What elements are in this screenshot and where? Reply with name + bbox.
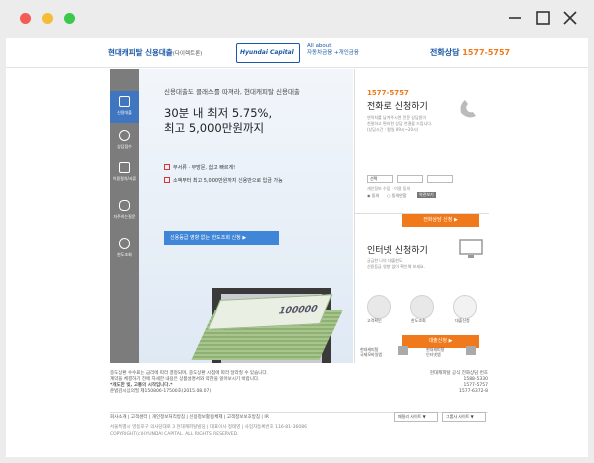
phone-apply-title: 전화로 신청하기 <box>367 102 428 112</box>
browser-window: 현대캐피탈 신용대출(다이렉트론) Hyundai Capital All ab… <box>0 0 594 463</box>
hero-subtitle: 신용대출도 클래스를 따져라, 현대캐피탈 신용대출 <box>164 88 300 96</box>
checkbox-icon <box>164 177 170 183</box>
sidebar-item-label: 한도조회 <box>117 252 132 257</box>
app-link-line2: 인터넷앱 <box>426 352 441 357</box>
phone-mid-field[interactable] <box>397 175 423 183</box>
sidebar-item-documents[interactable]: 이용절차/서류 <box>110 157 139 195</box>
brand-text: 현대캐피탈 신용대출 <box>108 48 173 57</box>
apply-phone-number: 1577-5757 <box>367 89 409 97</box>
step-limit-icon <box>410 295 434 319</box>
phone-label: 전화상담 <box>430 48 460 57</box>
consent-no-radio[interactable]: ○ 동의안함 <box>387 193 407 199</box>
radio-yes-label: 동의 <box>371 193 380 198</box>
sidebar-item-label: 자주하는질문 <box>113 214 136 219</box>
family-site-select[interactable]: 패밀리 사이트 ▼ <box>394 412 438 422</box>
about-text: All about 자동차금융 +개인금융 <box>307 43 359 57</box>
desc-line3: (상담시간 : 평일 09시~20시) <box>367 127 419 132</box>
desc-line2: 신용등급 영향 없이 확인해 보세요. <box>367 264 425 269</box>
hero-bullet-2: 소액부터 최고 5,000만원까지 신용만으로 입금 가능 <box>164 177 283 184</box>
document-icon <box>119 162 130 173</box>
app-icon <box>398 346 408 355</box>
consult-icon <box>119 130 130 141</box>
step-loan-icon <box>453 295 477 319</box>
hero-title-line2: 최고 5,000만원까지 <box>164 121 265 135</box>
bullet-text: 무서류 · 무방문, 쉽고 빠르게! <box>173 165 236 171</box>
faq-icon <box>119 200 130 211</box>
footer-copyright: COPYRIGHT(c)HYUNDAI CAPITAL. ALL RIGHTS … <box>110 432 239 437</box>
hero-bullet-1: 무서류 · 무방문, 쉽고 빠르게! <box>164 164 235 171</box>
radio-no-label: 동의안함 <box>391 193 407 198</box>
footer-links[interactable]: 회사소개 | 고객센터 | 개인정보처리방침 | 신용정보활용체제 | 고객정보… <box>110 414 269 421</box>
web-page: 현대캐피탈 신용대출(다이렉트론) Hyundai Capital All ab… <box>6 38 588 457</box>
app-link-internet[interactable]: 현대캐피탈 인터넷앱 <box>426 347 444 357</box>
phone-prefix-select[interactable]: 선택 <box>367 175 393 183</box>
sidebar-item-label: 상담접수 <box>117 144 132 149</box>
footer-notice: 중도상환 수수료는 금리에 따라 결정되며, 중도상환 시점에 따라 달라질 수… <box>110 371 268 395</box>
internet-apply-title: 인터넷 신청하기 <box>367 246 428 256</box>
about-line2: 자동차금융 +개인금융 <box>307 50 359 56</box>
bullet-text: 소액부터 최고 5,000만원까지 신용만으로 입금 가능 <box>173 178 283 184</box>
site-header: 현대캐피탈 신용대출(다이렉트론) Hyundai Capital All ab… <box>6 38 588 68</box>
sidebar-item-consult[interactable]: 상담접수 <box>110 125 139 157</box>
sidebar-item-label: 신용대출 <box>117 110 132 115</box>
sidebar-item-loan[interactable]: 신용대출 <box>110 91 139 123</box>
step-label: 대출신청 <box>455 318 470 323</box>
loan-icon <box>119 96 130 107</box>
side-nav: 신용대출 상담접수 이용절차/서류 자주하는질문 한도조회 <box>110 69 139 363</box>
monitor-icon <box>459 239 483 258</box>
app-icon <box>466 346 476 355</box>
official-phone-number: 1577-6372-8 <box>458 389 488 394</box>
step-customer-icon <box>367 295 391 319</box>
brand-title[interactable]: 현대캐피탈 신용대출(다이렉트론) <box>108 47 202 58</box>
hyundai-capital-logo[interactable]: Hyundai Capital <box>236 43 300 63</box>
minimize-dot-icon[interactable] <box>42 13 53 24</box>
close-icon[interactable] <box>562 10 578 26</box>
consent-label: 개인정보 수집 · 이용 동의 <box>367 186 411 191</box>
notice-line4: 준법감시심의필 제150806-17500호(2015.08.07) <box>110 389 212 394</box>
limit-icon <box>119 238 130 249</box>
sidebar-item-limit[interactable]: 한도조회 <box>110 233 139 265</box>
header-phone: 전화상담 1577-5757 <box>430 47 510 58</box>
hero-title: 30분 내 최저 5.75%, 최고 5,000만원까지 <box>164 106 272 136</box>
brand-sub: (다이렉트론) <box>172 51 203 57</box>
footer-official-phones: 현대캐피탈 공식 전화상담 번호 1588-5330 1577-5757 157… <box>418 371 488 395</box>
maximize-icon[interactable] <box>535 10 551 26</box>
phone-apply-desc: 연락처를 남겨주시면 전문 상담원이 친절하고 편리한 상담 연결을 드립니다.(… <box>367 115 432 133</box>
consent-yes-radio[interactable]: ◉ 동의 <box>367 193 379 199</box>
minimize-icon[interactable] <box>507 10 523 26</box>
hero-banner: 신용대출도 클래스를 따져라, 현대캐피탈 신용대출 30분 내 최저 5.75… <box>139 69 353 363</box>
close-dot-icon[interactable] <box>20 13 31 24</box>
phone-last-field[interactable] <box>427 175 453 183</box>
telephone-icon <box>460 100 476 118</box>
step-label: 고객확인 <box>367 318 382 323</box>
zoom-dot-icon[interactable] <box>64 13 75 24</box>
hero-title-line1: 30분 내 최저 5.75%, <box>164 106 273 120</box>
apply-panel: 1577-5757 전화로 신청하기 연락처를 남겨주시면 전문 상담원이 친절하… <box>354 69 489 363</box>
phone-apply-section: 1577-5757 전화로 신청하기 연락처를 남겨주시면 전문 상담원이 친절하… <box>355 69 489 227</box>
title-bar <box>0 0 594 38</box>
checkbox-icon <box>164 164 170 170</box>
step-label: 한도조회 <box>411 318 426 323</box>
footer-company-info: 서울특별시 영등포구 의사당대로 3 현대캐피탈빌딩 | 대표이사 정태영 | … <box>110 425 307 430</box>
sidebar-item-label: 이용절차/서류 <box>112 176 137 181</box>
logo-text: Hyundai Capital <box>240 49 294 56</box>
app-link-line2: 국제모바일앱 <box>360 352 383 357</box>
group-site-select[interactable]: 그룹사 사이트 ▼ <box>442 412 486 422</box>
limit-inquiry-button[interactable]: 신용등급 영향 없는 한도조회 신청 ▶ <box>164 231 279 245</box>
app-link-mobile[interactable]: 현대캐피탈 국제모바일앱 <box>360 347 382 357</box>
phone-number: 1577-5757 <box>462 48 511 57</box>
about-line1: All about <box>307 43 332 49</box>
internet-apply-desc: 궁금한 나의 대출한도 신용등급 영향 없이 확인해 보세요. <box>367 258 425 270</box>
banknote-text: 100000 <box>276 304 320 317</box>
terms-view-button[interactable]: 약관보기 <box>417 192 436 198</box>
sidebar-item-faq[interactable]: 자주하는질문 <box>110 195 139 233</box>
